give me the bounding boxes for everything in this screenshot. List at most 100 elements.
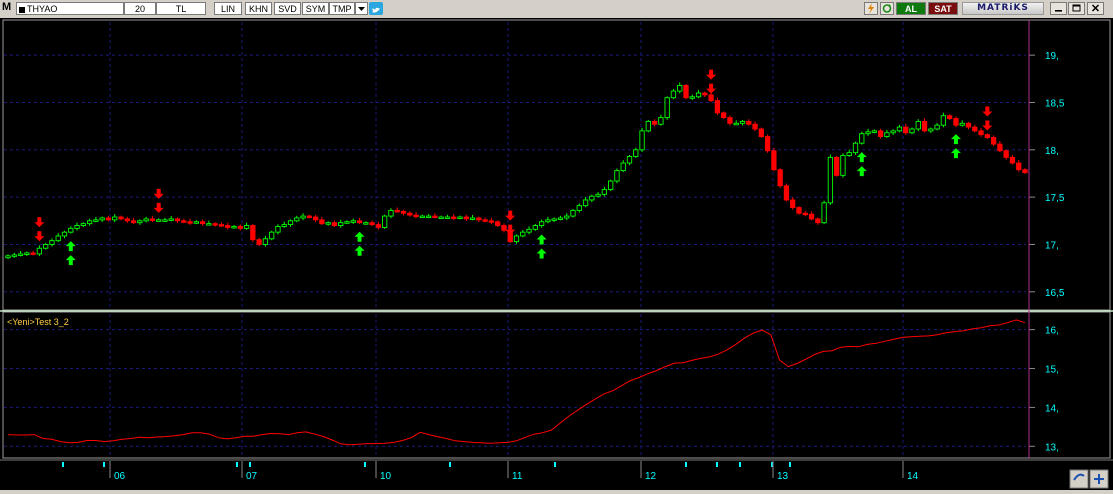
candle-body	[739, 120, 746, 124]
sell-signal-arrow	[706, 69, 717, 80]
candle-body	[168, 218, 174, 221]
candle-body	[68, 227, 74, 233]
twitter-icon[interactable]	[369, 2, 383, 15]
svd-button[interactable]: SVD	[274, 2, 301, 15]
candle-body	[463, 216, 469, 220]
candle-body	[388, 209, 394, 217]
buy-signal-arrow	[856, 152, 867, 163]
x-minor-tick	[62, 462, 64, 467]
indicator-line	[7, 319, 1026, 446]
buy-button[interactable]: AL	[896, 2, 926, 15]
candle-body	[965, 122, 972, 128]
y-tick-label: 17,5	[1045, 193, 1065, 204]
candle-body	[476, 217, 482, 221]
currency-select[interactable]: TL	[156, 2, 206, 15]
candle-body	[425, 215, 432, 219]
y-tick-label: 18,	[1045, 146, 1059, 157]
candle-body	[551, 218, 557, 221]
x-tick-label: 12	[645, 471, 657, 482]
candle-body	[859, 133, 865, 144]
candle-body	[105, 217, 112, 221]
candle-body	[645, 120, 651, 132]
minimize-icon[interactable]	[1050, 2, 1067, 15]
candle-body	[407, 212, 413, 216]
candle-body	[896, 126, 903, 132]
candle-body	[557, 217, 564, 220]
candle-body	[225, 225, 231, 228]
period-input[interactable]: 20	[124, 2, 156, 15]
sell-signal-arrow	[153, 202, 164, 213]
candle-body	[444, 216, 451, 219]
candle-body	[639, 130, 645, 151]
candle-body	[451, 216, 457, 219]
candle-body	[997, 143, 1003, 152]
price-y-axis: 19, 18,5 18, 17,5 17, 16,5	[1029, 51, 1065, 299]
buy-signal-arrow	[950, 134, 961, 145]
price-chart[interactable]: 19, 18,5 18, 17,5 17, 16,5 16, 15, 14, 13, <Yeni…	[0, 18, 1113, 490]
candle-body	[281, 224, 287, 227]
candle-body	[802, 212, 808, 216]
scroll-link-button[interactable]	[1069, 469, 1089, 489]
buy-signal-arrow	[856, 166, 867, 177]
candle-body	[1022, 169, 1028, 173]
candle-body	[921, 120, 928, 132]
candle-body	[865, 131, 871, 135]
tmp-button[interactable]: TMP	[329, 2, 355, 15]
indicator-series	[7, 319, 1026, 446]
candle-body	[978, 130, 984, 136]
candle-body	[683, 84, 689, 99]
candle-body	[677, 84, 683, 92]
candle-body	[790, 199, 796, 208]
candle-body	[287, 220, 294, 226]
sell-button[interactable]: SAT	[928, 2, 958, 15]
candle-body	[17, 253, 24, 256]
candle-body	[30, 252, 36, 255]
dropdown-icon[interactable]	[355, 2, 368, 15]
candle-body	[651, 120, 658, 125]
candle-body	[319, 219, 325, 225]
candle-body	[689, 96, 695, 99]
candle-body	[664, 97, 670, 119]
chart-area[interactable]: 19, 18,5 18, 17,5 17, 16,5 16, 15, 14, 13, <Yeni…	[0, 18, 1113, 490]
price-panel-border	[2, 19, 1111, 311]
candle-body	[714, 100, 721, 114]
candle-body	[595, 193, 601, 197]
candle-body	[243, 225, 250, 229]
restore-icon[interactable]	[1068, 2, 1085, 15]
candle-body	[764, 136, 771, 152]
candle-body	[181, 220, 187, 223]
x-tick-label: 06	[114, 471, 126, 482]
sell-signal-arrow	[706, 83, 717, 94]
scale-button[interactable]: LIN	[214, 2, 242, 15]
candle-body	[947, 115, 953, 120]
candle-body	[394, 209, 400, 213]
candle-body	[118, 216, 124, 220]
matriks-logo: M	[2, 1, 12, 13]
candle-body	[419, 215, 425, 219]
candle-body	[162, 219, 168, 222]
indicator-title: <Yeni>Test 3_2	[7, 317, 69, 327]
candle-body	[984, 134, 990, 138]
candle-body	[614, 170, 620, 182]
close-icon[interactable]	[1087, 2, 1104, 15]
buy-signal-arrow	[65, 255, 76, 266]
candle-body	[43, 244, 49, 249]
candle-body	[928, 128, 934, 132]
toolbar: M THYAO 20 TL LIN KHN SVD SYM TMP AL SAT…	[0, 0, 1113, 19]
candle-body	[356, 220, 363, 224]
candle-body	[658, 117, 664, 125]
sym-button[interactable]: SYM	[302, 2, 329, 15]
symbol-input[interactable]: THYAO	[16, 2, 124, 15]
lightning-icon[interactable]	[864, 2, 878, 15]
khn-button[interactable]: KHN	[245, 2, 272, 15]
refresh-icon[interactable]	[880, 2, 894, 15]
x-minor-tick	[449, 462, 451, 467]
candle-body	[495, 221, 501, 226]
sell-signal-arrow	[505, 210, 516, 221]
candle-body	[413, 214, 419, 218]
candle-body	[156, 219, 162, 222]
candle-body	[526, 228, 532, 233]
candle-body	[871, 130, 877, 133]
x-minor-tick	[685, 462, 687, 467]
buy-signal-arrow	[65, 241, 76, 252]
